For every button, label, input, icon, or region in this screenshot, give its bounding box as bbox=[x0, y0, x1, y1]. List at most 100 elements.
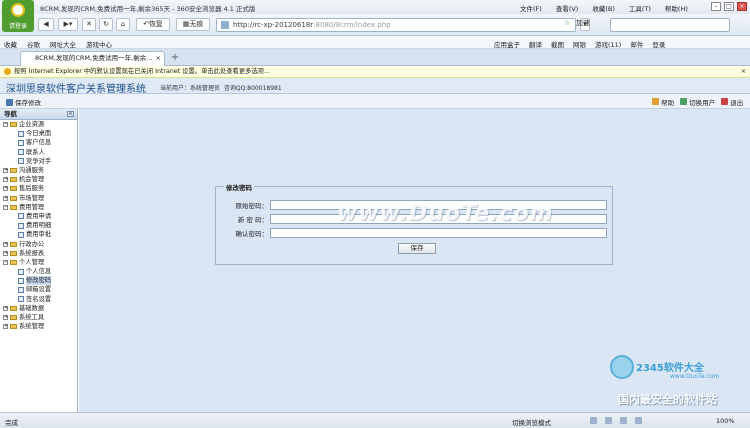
status-tool-icon[interactable] bbox=[590, 417, 597, 424]
page-icon bbox=[18, 231, 24, 238]
sidebar-item[interactable]: 今日桌面 bbox=[0, 129, 77, 138]
menu-favorites[interactable]: 收藏(B) bbox=[592, 3, 615, 13]
refresh-button[interactable]: ↻ bbox=[99, 18, 113, 31]
page-icon bbox=[18, 158, 24, 165]
sidebar-group[interactable]: + 机会管理 bbox=[0, 175, 77, 184]
zoom-level[interactable]: 100% bbox=[716, 417, 735, 425]
sidebar-group[interactable]: + 系统工具 bbox=[0, 313, 77, 322]
tab-close-icon[interactable]: × bbox=[156, 52, 161, 65]
save-edit-button[interactable]: 保存修改 bbox=[6, 97, 41, 107]
menu-view[interactable]: 查看(V) bbox=[556, 3, 579, 13]
browser-logo[interactable]: 请登录 bbox=[2, 0, 34, 32]
new-tab-button[interactable]: + bbox=[168, 52, 182, 64]
app-header: 深圳思泉软件客户关系管理系统 当前用户：系统管理员 咨询QQ:800018981 bbox=[0, 78, 750, 95]
sidebar-item[interactable]: 竞争对手 bbox=[0, 157, 77, 166]
logout-button[interactable]: 退出 bbox=[721, 97, 743, 107]
status-icons bbox=[590, 417, 642, 424]
infobar-close-icon[interactable]: × bbox=[741, 66, 746, 77]
expand-node-icon[interactable]: + bbox=[3, 195, 8, 201]
status-security-icon[interactable] bbox=[605, 417, 612, 424]
collapse-node-icon[interactable]: − bbox=[3, 204, 8, 210]
fav-collect[interactable]: 收藏 bbox=[4, 39, 17, 49]
back-button[interactable]: ◀ bbox=[38, 18, 54, 31]
forward-button[interactable]: ▶▾ bbox=[58, 18, 78, 31]
status-download-icon[interactable] bbox=[620, 417, 627, 424]
collapse-icon[interactable]: « bbox=[67, 111, 74, 117]
tool-screenshot[interactable]: 截图 bbox=[551, 39, 564, 49]
sidebar-item-label: 系统报表 bbox=[19, 249, 45, 257]
switch-user-button[interactable]: 切换用户 bbox=[680, 97, 715, 107]
tool-mail[interactable]: 邮件 bbox=[630, 39, 643, 49]
folder-icon bbox=[10, 122, 17, 128]
confirm-password-input[interactable] bbox=[270, 227, 607, 238]
fav-site-directory[interactable]: 网址大全 bbox=[50, 39, 76, 49]
expand-node-icon[interactable]: + bbox=[3, 305, 8, 311]
sidebar-group[interactable]: + 沟通服务 bbox=[0, 166, 77, 175]
folder-icon bbox=[10, 305, 17, 311]
menu-help[interactable]: 帮助(H) bbox=[665, 3, 688, 13]
fav-game-center[interactable]: 游戏中心 bbox=[86, 39, 112, 49]
sidebar-item[interactable]: 费用审批 bbox=[0, 230, 77, 239]
switch-browse-mode[interactable]: 切换浏览模式 bbox=[512, 417, 551, 427]
sidebar-group[interactable]: − 个人管理 bbox=[0, 258, 77, 267]
sidebar-item[interactable]: 邮箱设置 bbox=[0, 285, 77, 294]
navigation-bar: ◀ ▶▾ ✕ ↻ ⌂ ↶恢复 ▦无痕 http://rc-xp-20120618… bbox=[0, 14, 750, 36]
collapse-node-icon[interactable]: − bbox=[3, 122, 8, 128]
tab-bar: 8CRM,发现的CRM,免费试用一年,剩余... × + bbox=[0, 49, 750, 66]
home-button[interactable]: ⌂ bbox=[116, 18, 130, 31]
collapse-node-icon[interactable]: − bbox=[3, 259, 8, 265]
sidebar-item[interactable]: 签名设置 bbox=[0, 295, 77, 304]
sidebar-item[interactable]: 个人信息 bbox=[0, 267, 77, 276]
accelerate-button[interactable]: 加速 bbox=[565, 18, 601, 31]
menu-tools[interactable]: 工具(T) bbox=[629, 3, 651, 13]
sidebar-group[interactable]: + 市场管理 bbox=[0, 194, 77, 203]
login-label[interactable]: 请登录 bbox=[9, 21, 27, 30]
mascot-icon bbox=[610, 355, 634, 379]
sidebar-group[interactable]: + 系统管理 bbox=[0, 322, 77, 331]
brand-slogan: 国内最安全的软件站 bbox=[618, 393, 717, 406]
infobar-text: 按照 Internet Explorer 中的默认设置现在已关闭 Intrane… bbox=[14, 68, 271, 75]
page-icon bbox=[18, 296, 24, 303]
sidebar-group[interactable]: − 企业资源 bbox=[0, 120, 77, 129]
sidebar-group[interactable]: + 基础数据 bbox=[0, 304, 77, 313]
fav-google[interactable]: 谷歌 bbox=[27, 39, 40, 49]
url-path: :8080/8crm/index.php bbox=[313, 21, 391, 29]
help-button[interactable]: 帮助 bbox=[652, 97, 674, 107]
sidebar-item[interactable]: 费用申请 bbox=[0, 212, 77, 221]
expand-node-icon[interactable]: + bbox=[3, 315, 8, 321]
expand-node-icon[interactable]: + bbox=[3, 177, 8, 183]
expand-node-icon[interactable]: + bbox=[3, 186, 8, 192]
expand-node-icon[interactable]: + bbox=[3, 168, 8, 174]
sidebar-item[interactable]: 客户信息 bbox=[0, 138, 77, 147]
sidebar-group[interactable]: − 费用管理 bbox=[0, 203, 77, 212]
expand-node-icon[interactable]: + bbox=[3, 241, 8, 247]
tool-games[interactable]: 游戏(11) bbox=[595, 39, 621, 49]
save-button[interactable]: 保存 bbox=[398, 243, 436, 254]
sidebar-group[interactable]: + 售后服务 bbox=[0, 184, 77, 193]
sidebar-group[interactable]: + 行政办公 bbox=[0, 239, 77, 248]
sidebar-item[interactable]: 费用明细 bbox=[0, 221, 77, 230]
sidebar-item[interactable]: 联系人 bbox=[0, 148, 77, 157]
restore-button[interactable]: ↶恢复 bbox=[136, 18, 170, 31]
menu-file[interactable]: 文件(F) bbox=[520, 3, 542, 13]
sidebar-item-label: 企业资源 bbox=[19, 121, 45, 129]
sidebar-title: 导航 bbox=[4, 110, 17, 118]
expand-node-icon[interactable]: + bbox=[3, 324, 8, 330]
tab-crm[interactable]: 8CRM,发现的CRM,免费试用一年,剩余... × bbox=[20, 51, 165, 66]
sidebar-group[interactable]: + 系统报表 bbox=[0, 249, 77, 258]
expand-node-icon[interactable]: + bbox=[3, 250, 8, 256]
incognito-button[interactable]: ▦无痕 bbox=[176, 18, 210, 31]
minimize-icon[interactable]: – bbox=[711, 2, 721, 11]
tool-bank[interactable]: 网银 bbox=[573, 39, 586, 49]
tool-login[interactable]: 登录 bbox=[652, 39, 665, 49]
tool-app-box[interactable]: 应用盒子 bbox=[494, 39, 520, 49]
address-bar[interactable]: http://rc-xp-20120618r:8080/8crm/index.p… bbox=[216, 18, 576, 32]
stop-button[interactable]: ✕ bbox=[82, 18, 96, 31]
maximize-icon[interactable]: □ bbox=[724, 2, 734, 11]
intranet-info-bar[interactable]: 按照 Internet Explorer 中的默认设置现在已关闭 Intrane… bbox=[0, 66, 750, 78]
tool-translate[interactable]: 翻译 bbox=[529, 39, 542, 49]
close-icon[interactable]: × bbox=[737, 2, 747, 11]
search-input[interactable] bbox=[610, 18, 730, 32]
status-sound-icon[interactable] bbox=[635, 417, 642, 424]
sidebar-item[interactable]: 修改密码 bbox=[0, 276, 77, 286]
